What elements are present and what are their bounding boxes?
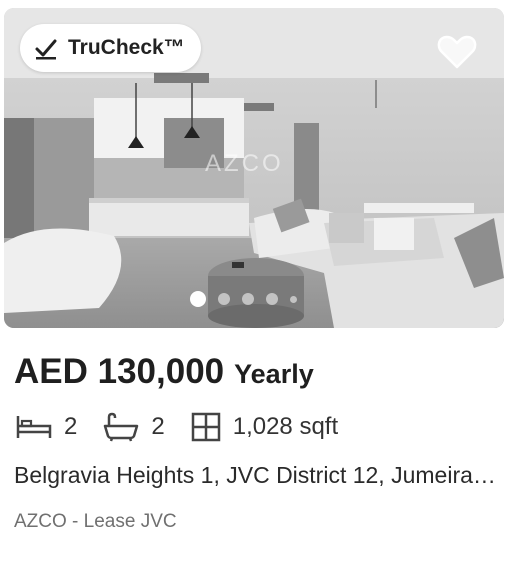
watermark-logo: AZCO — [205, 150, 284, 177]
bathrooms-spec: 2 — [103, 412, 165, 442]
carousel-dot-1[interactable] — [190, 291, 206, 307]
area-value: 1,028 sqft — [232, 413, 339, 440]
property-specs: 2 2 1,028 sqft — [16, 410, 364, 444]
carousel-dot-5[interactable] — [290, 295, 297, 303]
floor-plan-icon — [191, 412, 220, 442]
trucheck-badge: TruCheck™ — [20, 24, 201, 72]
bedrooms-spec: 2 — [16, 413, 77, 441]
rent-period: Yearly — [234, 359, 314, 389]
heart-icon[interactable] — [437, 34, 477, 70]
listing-address[interactable]: Belgravia Heights 1, JVC District 12, Ju… — [14, 462, 498, 489]
agent-name: AZCO - Lease JVC — [14, 511, 177, 532]
carousel-dot-2[interactable] — [218, 293, 230, 305]
check-stamp-icon — [35, 39, 57, 60]
bed-icon — [16, 416, 52, 438]
bedrooms-count: 2 — [64, 413, 78, 440]
carousel-dot-3[interactable] — [242, 293, 254, 305]
price-row: AED 130,000 Yearly — [14, 352, 314, 392]
trucheck-label: TruCheck™ — [68, 36, 185, 59]
carousel-dot-4[interactable] — [266, 293, 278, 305]
listing-price: AED 130,000 — [14, 352, 225, 391]
carousel-dots — [190, 291, 297, 307]
area-spec: 1,028 sqft — [191, 412, 338, 442]
bathrooms-count: 2 — [151, 413, 165, 440]
property-card[interactable]: AZCO TruCheck™ AED 130,000 Yearly 2 2 1,… — [0, 0, 516, 566]
bathtub-icon — [104, 412, 139, 442]
